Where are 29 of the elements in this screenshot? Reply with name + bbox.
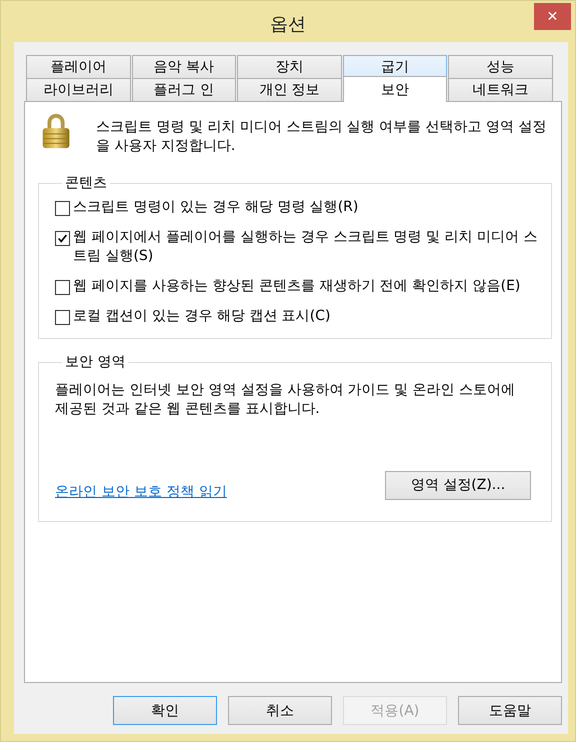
tab[interactable]: 보안 — [342, 76, 448, 102]
group-title: 콘텐츠 — [64, 174, 108, 192]
checkbox-label: 웹 페이지에서 플레이어를 실행하는 경우 스크립트 명령 및 리치 미디어 스트림 실행(S) — [73, 228, 539, 266]
tab[interactable]: 네트워크 — [448, 78, 553, 101]
checkbox[interactable] — [55, 310, 70, 325]
dialog-button[interactable]: 도움말 — [458, 696, 562, 725]
checkbox-label: 스크립트 명령이 있는 경우 해당 명령 실행(R) — [73, 198, 358, 217]
checkbox[interactable] — [55, 201, 70, 216]
dialog-button[interactable]: 확인 — [113, 696, 217, 725]
tab[interactable]: 장치 — [237, 55, 342, 78]
group-title: 보안 영역 — [64, 353, 126, 371]
zone-settings-button[interactable]: 영역 설정(Z)... — [385, 470, 531, 500]
zone-description: 플레이어는 인터넷 보안 영역 설정을 사용하여 가이드 및 온라인 스토어에 제공된 것과 같은 웹 콘텐츠를 표시합니다. — [55, 381, 516, 419]
window-title: 옵션 — [270, 12, 306, 36]
checkbox-label: 웹 페이지를 사용하는 향상된 콘텐츠를 재생하기 전에 확인하지 않음(E) — [73, 277, 520, 296]
tab[interactable]: 개인 정보 — [237, 78, 342, 101]
tab[interactable]: 라이브러리 — [26, 78, 131, 101]
tab[interactable]: 음악 복사 — [132, 55, 236, 78]
checkbox[interactable] — [55, 231, 70, 246]
dialog-button[interactable]: 취소 — [228, 696, 332, 725]
tab[interactable]: 플러그 인 — [132, 78, 236, 101]
tab[interactable]: 굽기 — [342, 55, 448, 78]
tab[interactable]: 성능 — [448, 55, 553, 78]
policy-link[interactable]: 온라인 보안 보호 정책 읽기 — [55, 483, 227, 501]
tab[interactable]: 플레이어 — [26, 55, 131, 78]
close-button[interactable]: ✕ — [534, 3, 571, 30]
checkbox[interactable] — [55, 280, 70, 295]
description-text: 스크립트 명령 및 리치 미디어 스트림의 실행 여부를 선택하고 영역 설정을 사용자 지정합니다. — [96, 118, 548, 156]
checkbox-label: 로컬 캡션이 있는 경우 해당 캡션 표시(C) — [73, 307, 330, 326]
